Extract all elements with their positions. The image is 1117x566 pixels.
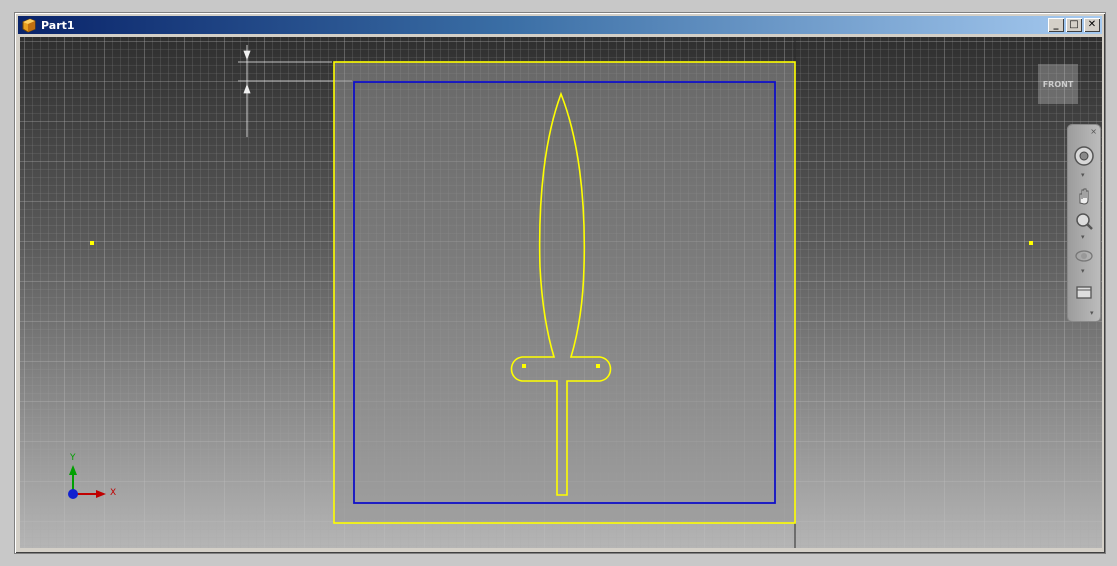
outer-sketch-rectangle bbox=[333, 61, 796, 524]
sketch-canvas[interactable] bbox=[20, 37, 1102, 548]
orbit-chevron-down-icon[interactable]: ▾ bbox=[1081, 267, 1085, 275]
minimize-button[interactable]: _ bbox=[1048, 18, 1064, 32]
triad-x-label: X bbox=[110, 488, 117, 498]
graphics-viewport[interactable]: X Y FRONT × ▾ ▾ ▾ ▾ bbox=[20, 37, 1102, 548]
window-title: Part1 bbox=[41, 18, 75, 32]
minimize-icon: _ bbox=[1053, 19, 1059, 30]
maximize-button[interactable]: □ bbox=[1066, 18, 1082, 32]
zoom-chevron-down-icon[interactable]: ▾ bbox=[1081, 233, 1085, 241]
viewcube-face-label: FRONT bbox=[1042, 79, 1074, 89]
window-titlebar[interactable]: Part1 _ □ ✕ bbox=[18, 16, 1102, 34]
zoom-icon[interactable] bbox=[1073, 211, 1095, 233]
guard-point-right bbox=[596, 364, 600, 368]
guard-point-left bbox=[522, 364, 526, 368]
sketch-point-left bbox=[90, 241, 94, 245]
triad-y-label: Y bbox=[70, 453, 76, 463]
maximize-icon: □ bbox=[1069, 19, 1079, 30]
close-icon: ✕ bbox=[1087, 19, 1097, 30]
steering-wheel-icon[interactable] bbox=[1073, 145, 1095, 167]
part-icon bbox=[22, 18, 36, 33]
part-window: Part1 _ □ ✕ X Y FRONT × ▾ ▾ ▾ ▾ bbox=[14, 12, 1106, 554]
steering-wheel-chevron-down-icon[interactable]: ▾ bbox=[1081, 171, 1085, 179]
navbar-close-icon[interactable]: × bbox=[1090, 127, 1097, 136]
navbar-options-chevron-icon[interactable]: ▾ bbox=[1090, 309, 1094, 317]
navigation-bar[interactable]: × ▾ ▾ ▾ ▾ bbox=[1068, 125, 1100, 321]
sketch-point-right bbox=[1029, 241, 1033, 245]
viewcube[interactable]: FRONT bbox=[1039, 65, 1077, 103]
orbit-icon[interactable] bbox=[1073, 245, 1095, 267]
pan-icon[interactable] bbox=[1073, 185, 1095, 207]
close-button[interactable]: ✕ bbox=[1084, 18, 1100, 32]
look-at-icon[interactable] bbox=[1073, 281, 1095, 303]
